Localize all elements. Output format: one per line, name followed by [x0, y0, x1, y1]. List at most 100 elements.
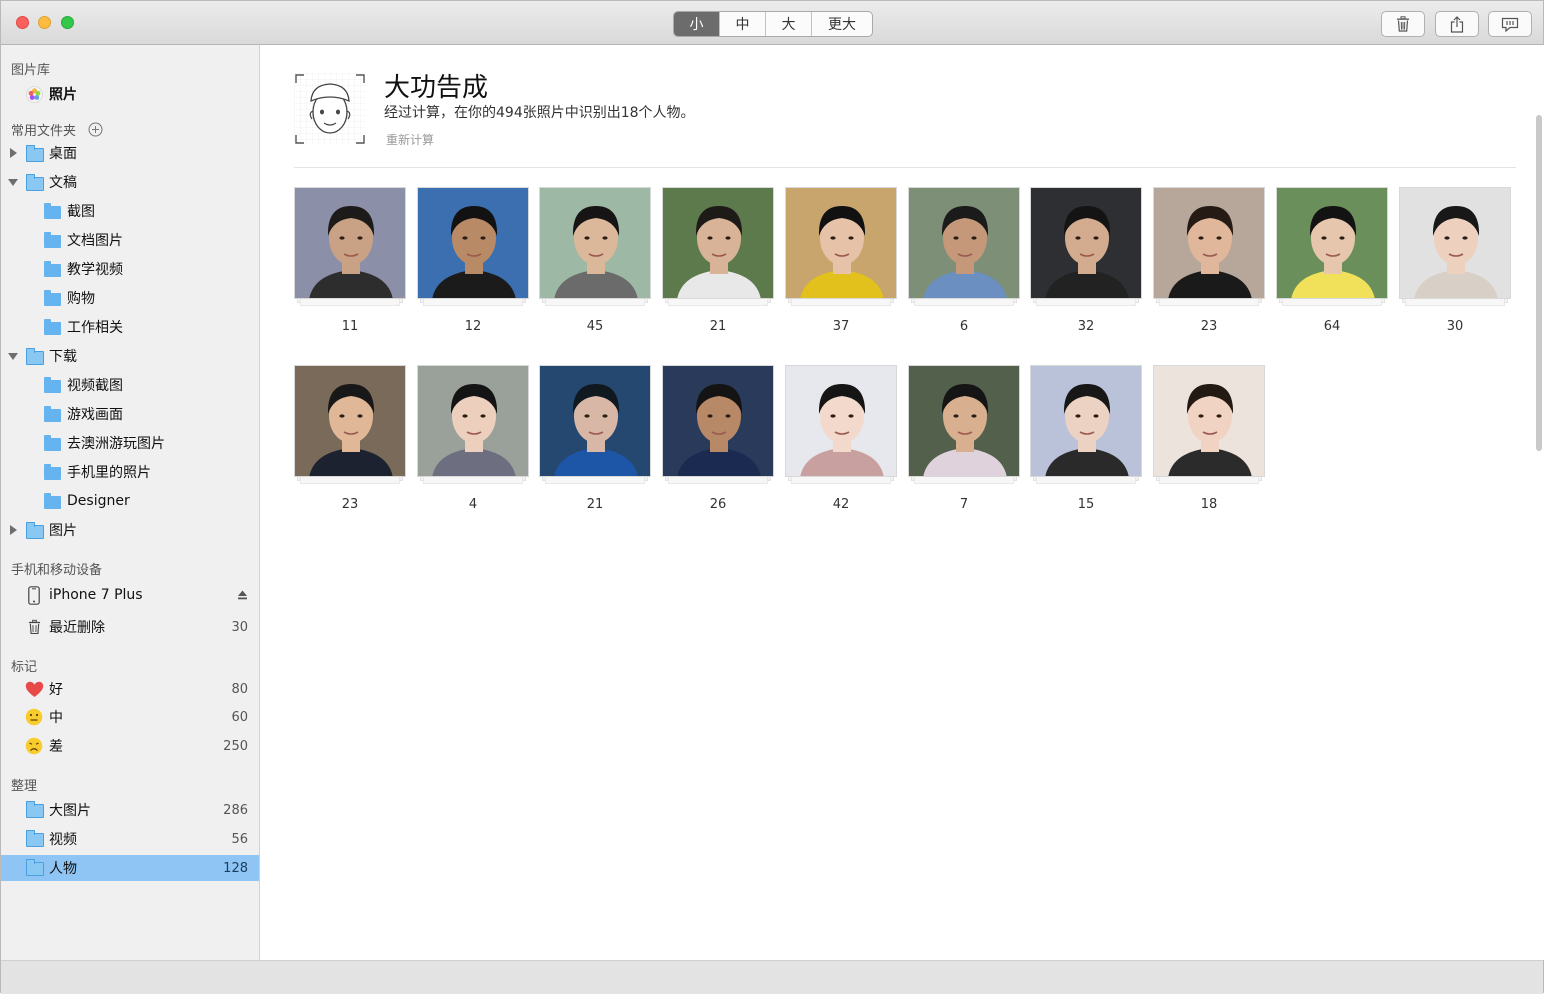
person-face-thumbnail: [1030, 187, 1142, 299]
sidebar-item-tag-bad[interactable]: 差 250: [1, 733, 259, 759]
library-section-header: 图片库: [11, 59, 50, 78]
sidebar-folder-item[interactable]: 图片: [1, 517, 259, 543]
sidebar-folder-item[interactable]: 教学视频: [1, 256, 259, 282]
person-photo-count: 30: [1399, 319, 1511, 334]
sidebar-item-people[interactable]: 人物 128: [1, 855, 259, 881]
folder-icon: [26, 177, 44, 191]
sidebar-folder-item[interactable]: 工作相关: [1, 314, 259, 340]
person-card[interactable]: 21: [539, 365, 651, 477]
person-card[interactable]: 26: [662, 365, 774, 477]
person-card[interactable]: 21: [662, 187, 774, 299]
zoom-window-button[interactable]: [61, 16, 74, 29]
sidebar-folder-item[interactable]: 手机里的照片: [1, 459, 259, 485]
person-card[interactable]: 18: [1153, 365, 1265, 477]
folder-label: 桌面: [49, 143, 77, 163]
thumbnail-size-selector: 小 中 大 更大: [673, 11, 873, 37]
person-card[interactable]: 45: [539, 187, 651, 299]
sidebar-item-iphone[interactable]: iPhone 7 Plus: [1, 582, 259, 608]
person-photo-count: 15: [1030, 497, 1142, 512]
face-photo-image: [786, 366, 897, 477]
disclosure-expanded-icon[interactable]: [8, 179, 18, 186]
sidebar-folder-item[interactable]: 视频截图: [1, 372, 259, 398]
recently-deleted-label: 最近删除: [49, 617, 105, 637]
eject-icon[interactable]: [237, 590, 248, 600]
person-card[interactable]: 4: [417, 365, 529, 477]
photos-app-icon: [26, 86, 43, 103]
sidebar-item-photos[interactable]: 照片: [1, 81, 259, 107]
sidebar-folder-item[interactable]: Designer: [1, 488, 259, 514]
person-card[interactable]: 64: [1276, 187, 1388, 299]
sidebar-item-videos[interactable]: 视频 56: [1, 826, 259, 852]
size-xlarge-button[interactable]: 更大: [812, 12, 872, 36]
folder-label: 下载: [49, 346, 77, 366]
person-card[interactable]: 30: [1399, 187, 1511, 299]
minimize-window-button[interactable]: [38, 16, 51, 29]
person-card[interactable]: 23: [1153, 187, 1265, 299]
tag-count: 80: [231, 682, 248, 697]
sidebar-item-recently-deleted[interactable]: 最近删除 30: [1, 614, 259, 640]
sidebar-folder-item[interactable]: 购物: [1, 285, 259, 311]
trash-button[interactable]: [1381, 11, 1425, 37]
sidebar-folder-item[interactable]: 截图: [1, 198, 259, 224]
sidebar-item-large-photos[interactable]: 大图片 286: [1, 797, 259, 823]
chat-bubble-icon: [1501, 17, 1519, 32]
person-face-thumbnail: [785, 187, 897, 299]
person-card[interactable]: 15: [1030, 365, 1142, 477]
vertical-scrollbar[interactable]: [1536, 115, 1542, 451]
folder-icon: [26, 351, 44, 365]
folder-icon: [44, 206, 61, 219]
size-medium-button[interactable]: 中: [720, 12, 766, 36]
person-face-thumbnail: [294, 365, 406, 477]
disclosure-collapsed-icon[interactable]: [10, 525, 17, 535]
person-card[interactable]: 23: [294, 365, 406, 477]
sidebar-item-tag-neutral[interactable]: 中 60: [1, 704, 259, 730]
person-face-thumbnail: [294, 187, 406, 299]
folder-label: 图片: [49, 520, 77, 540]
person-card[interactable]: 42: [785, 365, 897, 477]
person-card[interactable]: 7: [908, 365, 1020, 477]
sidebar-folder-item[interactable]: 游戏画面: [1, 401, 259, 427]
tags-section-header: 标记: [11, 656, 37, 675]
folder-label: 购物: [67, 288, 95, 308]
organize-section-header: 整理: [11, 775, 37, 794]
folder-icon: [26, 525, 44, 539]
sidebar-item-tag-good[interactable]: 好 80: [1, 676, 259, 702]
add-folder-icon[interactable]: [88, 122, 103, 137]
folder-label: 视频截图: [67, 375, 123, 395]
disclosure-collapsed-icon[interactable]: [10, 148, 17, 158]
size-small-button[interactable]: 小: [674, 12, 720, 36]
disclosure-expanded-icon[interactable]: [8, 353, 18, 360]
sidebar-folder-item[interactable]: 文档图片: [1, 227, 259, 253]
sidebar-folder-item[interactable]: 文稿: [1, 169, 259, 195]
person-face-thumbnail: [662, 187, 774, 299]
organize-count: 128: [223, 861, 248, 876]
face-photo-image: [909, 188, 1020, 299]
trash-icon: [1396, 16, 1410, 32]
recalculate-link[interactable]: 重新计算: [386, 131, 434, 148]
person-card[interactable]: 6: [908, 187, 1020, 299]
person-photo-count: 6: [908, 319, 1020, 334]
sidebar-folder-item[interactable]: 去澳洲游玩图片: [1, 430, 259, 456]
folder-label: 文档图片: [67, 230, 123, 250]
folder-icon: [26, 804, 44, 818]
feedback-button[interactable]: [1488, 11, 1532, 37]
sidebar-folder-item[interactable]: 桌面: [1, 140, 259, 166]
app-window: 小 中 大 更大: [0, 0, 1544, 993]
folder-label: 教学视频: [67, 259, 123, 279]
person-card[interactable]: 12: [417, 187, 529, 299]
organize-label: 人物: [49, 858, 77, 878]
status-bar: [1, 960, 1543, 994]
folder-icon: [44, 264, 61, 277]
folder-icon: [44, 409, 61, 422]
person-card[interactable]: 11: [294, 187, 406, 299]
face-recognition-illustration: [294, 73, 366, 145]
heart-icon: [25, 681, 44, 698]
title-bar: 小 中 大 更大: [1, 1, 1543, 45]
close-window-button[interactable]: [16, 16, 29, 29]
person-face-thumbnail: [417, 187, 529, 299]
person-card[interactable]: 32: [1030, 187, 1142, 299]
person-card[interactable]: 37: [785, 187, 897, 299]
share-button[interactable]: [1435, 11, 1479, 37]
sidebar-folder-item[interactable]: 下载: [1, 343, 259, 369]
size-large-button[interactable]: 大: [766, 12, 812, 36]
